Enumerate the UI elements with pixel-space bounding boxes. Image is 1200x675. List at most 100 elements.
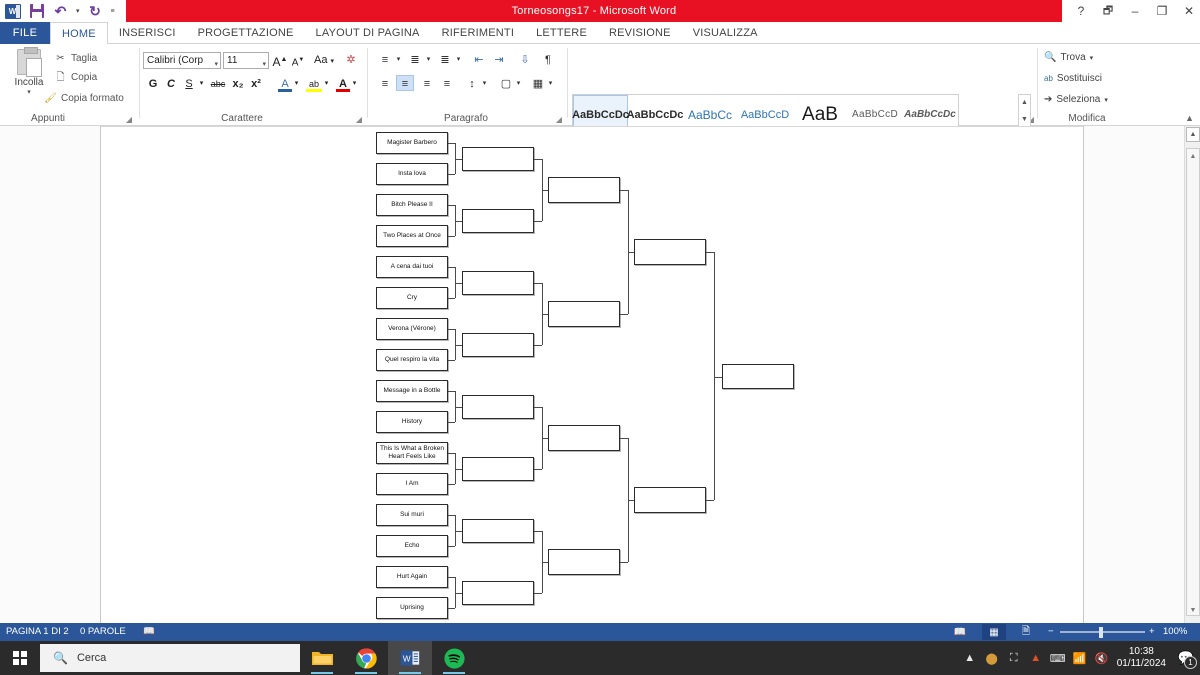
text-effects-caret-icon[interactable]: ▾: [292, 76, 301, 92]
scroll-down-icon[interactable]: ▼: [1186, 604, 1200, 617]
tab-lettere[interactable]: LETTERE: [525, 22, 598, 44]
minimize-button[interactable]: –: [1128, 4, 1142, 18]
adobe-icon[interactable]: ▲: [1025, 641, 1047, 675]
sort-icon[interactable]: ⇩: [516, 52, 534, 68]
align-right-icon[interactable]: ≡: [418, 76, 436, 92]
close-button[interactable]: ✕: [1182, 4, 1196, 18]
bracket-seed-3[interactable]: Bitch Please II: [376, 194, 448, 216]
bracket-seed-7[interactable]: Verona (Vérone): [376, 318, 448, 340]
bracket-seed-6[interactable]: Cry: [376, 287, 448, 309]
tab-inserisci[interactable]: INSERISCI: [108, 22, 187, 44]
copy-button[interactable]: 🗋 Copia: [54, 71, 97, 84]
bracket-r2-1[interactable]: [462, 147, 534, 171]
show-formatting-marks-icon[interactable]: ¶: [540, 52, 556, 68]
highlight-caret-icon[interactable]: ▾: [322, 76, 331, 92]
zoom-in-button[interactable]: +: [1149, 623, 1155, 641]
multilevel-list-icon[interactable]: ≣: [436, 52, 454, 68]
ribbon-display-options-icon[interactable]: 🗗: [1101, 2, 1115, 21]
ellipse-icon[interactable]: ⬤: [981, 641, 1003, 675]
read-mode-icon[interactable]: 📖: [948, 624, 972, 640]
bracket-seed-12[interactable]: I Am: [376, 473, 448, 495]
quick-access-toolbar[interactable]: W ↶ ▾ ↻ ≡: [4, 2, 115, 20]
bracket-r2-8[interactable]: [462, 581, 534, 605]
zoom-level[interactable]: 100%: [1163, 623, 1187, 641]
scroll-top-button[interactable]: ▲: [1186, 127, 1200, 142]
restore-button[interactable]: ❐: [1155, 4, 1169, 18]
bracket-r2-6[interactable]: [462, 457, 534, 481]
shrink-font-button[interactable]: A▼: [290, 52, 306, 68]
show-hidden-icons-chevron[interactable]: ▲: [959, 641, 981, 675]
clear-formatting-icon[interactable]: ✲: [342, 52, 360, 68]
bracket-seed-15[interactable]: Hurt Again: [376, 566, 448, 588]
cut-button[interactable]: ✂ Taglia: [54, 52, 97, 65]
undo-caret-icon[interactable]: ▾: [76, 7, 80, 15]
select-button[interactable]: ➔ Seleziona ▾: [1044, 94, 1108, 105]
bracket-seed-4[interactable]: Two Places at Once: [376, 225, 448, 247]
highlight-icon[interactable]: ab: [306, 76, 322, 92]
numbering-caret-icon[interactable]: ▾: [424, 52, 433, 68]
font-color-caret-icon[interactable]: ▾: [350, 76, 359, 92]
help-icon[interactable]: ?: [1074, 4, 1088, 18]
font-color-icon[interactable]: A: [336, 76, 350, 92]
bracket-r2-7[interactable]: [462, 519, 534, 543]
bracket-seed-8[interactable]: Quel respiro la vita: [376, 349, 448, 371]
save-icon[interactable]: [28, 3, 45, 20]
strikethrough-button[interactable]: abc: [208, 76, 228, 92]
start-button[interactable]: [0, 641, 40, 675]
font-size-input[interactable]: 11 ▾: [223, 52, 269, 69]
taskbar-app-google-chrome[interactable]: [344, 641, 388, 675]
bracket-seed-13[interactable]: Sui muri: [376, 504, 448, 526]
scroll-up-icon[interactable]: ▲: [1186, 150, 1200, 163]
taskbar-app-file-explorer[interactable]: [300, 641, 344, 675]
bracket-seed-14[interactable]: Echo: [376, 535, 448, 557]
text-effects-icon[interactable]: A: [278, 76, 292, 92]
bracket-seed-2[interactable]: Insta lova: [376, 163, 448, 185]
scrollbar-thumb[interactable]: [1186, 148, 1200, 616]
undo-icon[interactable]: ↶: [52, 3, 69, 20]
increase-indent-icon[interactable]: ⇥: [490, 52, 508, 68]
styles-scroll-up-icon[interactable]: ▲: [1021, 95, 1028, 111]
tab-layout-di-pagina[interactable]: LAYOUT DI PAGINA: [305, 22, 431, 44]
tab-visualizza[interactable]: VISUALIZZA: [682, 22, 769, 44]
font-family-input[interactable]: Calibri (Corp ▾: [143, 52, 221, 69]
grow-font-button[interactable]: A▲: [272, 52, 288, 69]
vertical-scrollbar[interactable]: ▲ ▲ ▼: [1184, 126, 1200, 623]
bracket-seed-11[interactable]: This Is What a Broken Heart Feels Like: [376, 442, 448, 464]
tab-file[interactable]: FILE: [0, 22, 50, 44]
underline-button[interactable]: S: [182, 76, 196, 92]
bracket-r3-2[interactable]: [548, 301, 620, 327]
tab-progettazione[interactable]: PROGETTAZIONE: [187, 22, 305, 44]
tab-riferimenti[interactable]: RIFERIMENTI: [431, 22, 525, 44]
subscript-button[interactable]: x₂: [230, 76, 246, 92]
bracket-r2-2[interactable]: [462, 209, 534, 233]
chevron-down-icon[interactable]: ▾: [214, 57, 218, 72]
bullet-caret-icon[interactable]: ▾: [394, 52, 403, 68]
notifications-button[interactable]: 💬 1: [1172, 641, 1200, 675]
borders-caret-icon[interactable]: ▾: [546, 76, 555, 92]
web-layout-icon[interactable]: 🗎: [1014, 624, 1038, 640]
camera-icon[interactable]: ⛶: [1003, 641, 1025, 675]
bracket-seed-5[interactable]: A cena dai tuoi: [376, 256, 448, 278]
taskbar-app-microsoft-word[interactable]: W: [388, 641, 432, 675]
bracket-seed-16[interactable]: Uprising: [376, 597, 448, 619]
wifi-icon[interactable]: 📶: [1069, 641, 1091, 675]
bracket-r4-1[interactable]: [634, 239, 706, 265]
clock[interactable]: 10:38 01/11/2024: [1113, 646, 1172, 670]
replace-button[interactable]: ab Sostituisci: [1044, 73, 1102, 84]
bracket-seed-10[interactable]: History: [376, 411, 448, 433]
underline-caret-icon[interactable]: ▾: [197, 76, 206, 92]
bracket-final[interactable]: [722, 364, 794, 389]
bracket-r2-5[interactable]: [462, 395, 534, 419]
italic-button[interactable]: C: [164, 76, 178, 92]
tab-revisione[interactable]: REVISIONE: [598, 22, 682, 44]
find-caret-icon[interactable]: ▾: [1090, 54, 1094, 62]
bracket-r3-4[interactable]: [548, 549, 620, 575]
paste-button[interactable]: Incolla ▾: [6, 47, 52, 96]
justify-icon[interactable]: ≡: [438, 76, 456, 92]
format-painter-button[interactable]: 🖌 Copia formato: [44, 92, 124, 105]
proofing-icon[interactable]: 📖: [143, 623, 155, 641]
redo-icon[interactable]: ↻: [87, 3, 104, 20]
bracket-seed-1[interactable]: Magister Barbero: [376, 132, 448, 154]
volume-muted-icon[interactable]: 🔇: [1091, 641, 1113, 675]
bracket-seed-9[interactable]: Message in a Bottle: [376, 380, 448, 402]
